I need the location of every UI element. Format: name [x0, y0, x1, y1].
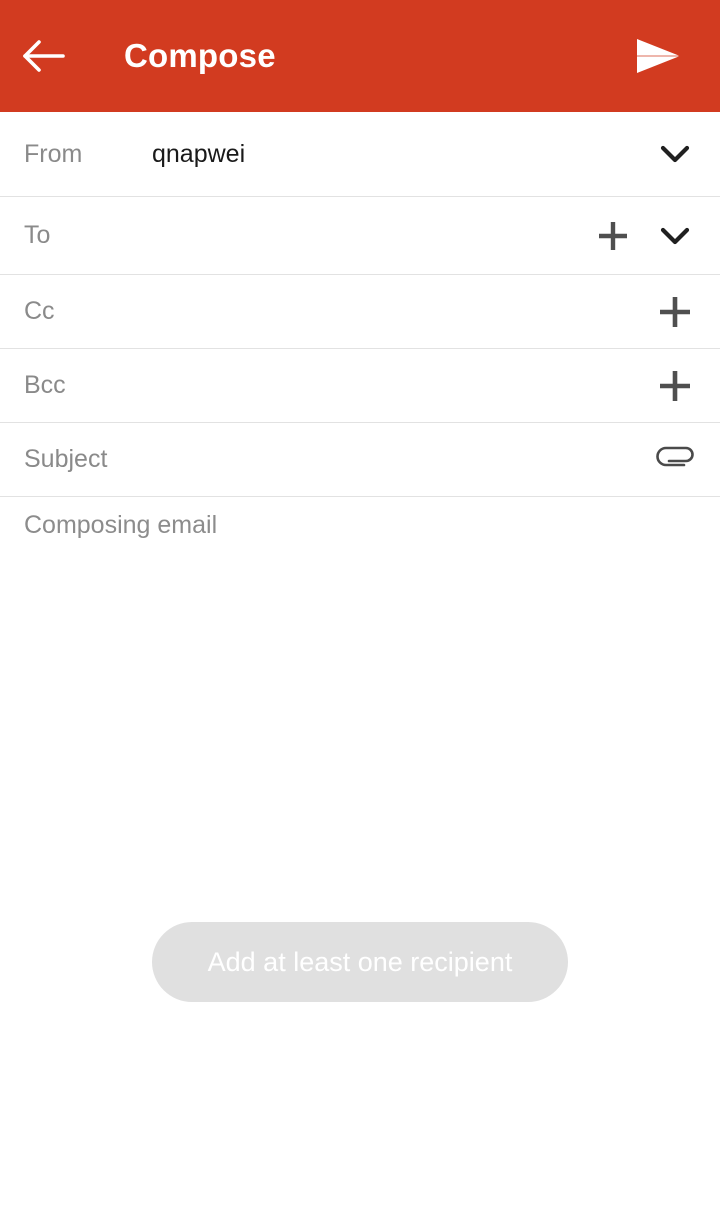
field-actions-to [582, 197, 720, 274]
send-icon [637, 39, 679, 73]
plus-icon [660, 296, 690, 327]
app-bar: Compose [0, 0, 720, 112]
add-recipient-to-button[interactable] [582, 205, 644, 267]
field-actions-subject [644, 423, 720, 496]
toast-snackbar: Add at least one recipient [152, 922, 568, 1002]
field-label-to: To [24, 221, 51, 249]
to-dropdown-button[interactable] [644, 205, 706, 267]
plus-icon [599, 221, 627, 250]
add-recipient-bcc-button[interactable] [644, 355, 706, 417]
field-label-bcc: Bcc [24, 371, 66, 399]
back-button[interactable] [22, 0, 98, 112]
field-label-from: From [24, 139, 83, 168]
field-row-to[interactable]: To [0, 197, 720, 275]
chevron-down-icon [660, 145, 690, 163]
attachment-icon [656, 446, 694, 466]
chevron-down-icon [660, 227, 690, 244]
field-actions-cc [644, 275, 720, 348]
field-label-subject: Subject [24, 445, 108, 473]
message-body-placeholder: Composing email [24, 511, 218, 539]
arrow-left-icon [23, 40, 65, 72]
field-actions-bcc [644, 349, 720, 422]
send-button[interactable] [624, 0, 694, 112]
compose-fields: From qnapwei To Cc Bcc Subject [0, 112, 720, 497]
field-row-from[interactable]: From qnapwei [0, 112, 720, 197]
from-dropdown-button[interactable] [644, 123, 706, 185]
attach-file-button[interactable] [644, 429, 706, 491]
field-row-cc[interactable]: Cc [0, 275, 720, 349]
toast-message: Add at least one recipient [207, 946, 513, 977]
message-body-input[interactable]: Composing email [0, 497, 720, 1230]
plus-icon [660, 370, 690, 401]
compose-screen: Compose From qnapwei To Cc Bcc Subject C… [0, 0, 720, 1230]
field-row-bcc[interactable]: Bcc [0, 349, 720, 423]
field-label-cc: Cc [24, 297, 55, 325]
field-row-subject[interactable]: Subject [0, 423, 720, 497]
field-value-from: qnapwei [152, 139, 246, 168]
page-title: Compose [124, 37, 276, 74]
add-recipient-cc-button[interactable] [644, 281, 706, 343]
field-actions-from [644, 112, 720, 196]
